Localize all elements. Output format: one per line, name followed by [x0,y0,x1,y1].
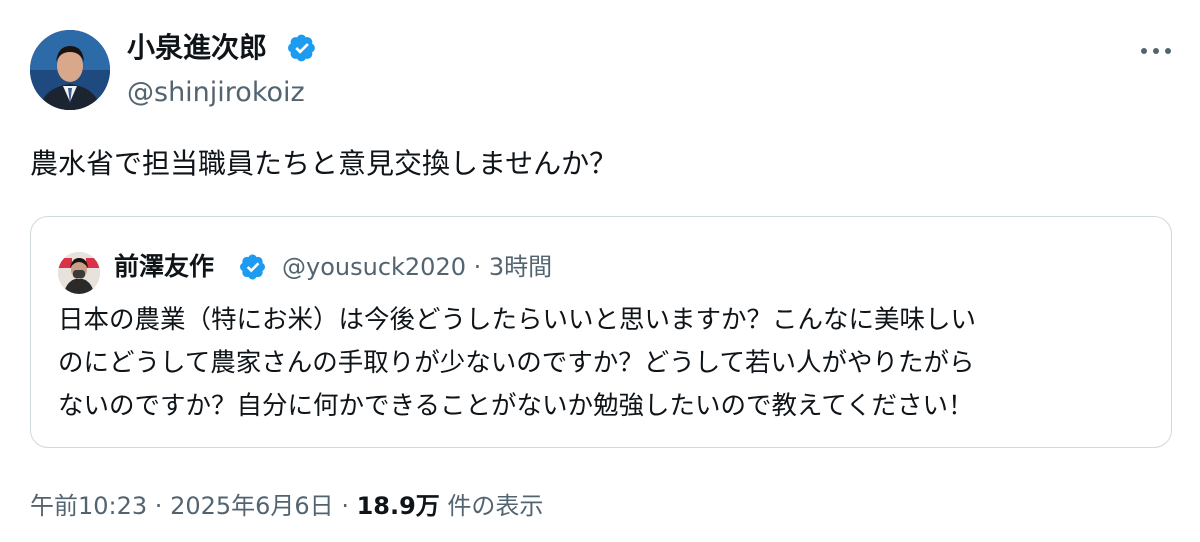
author-avatar[interactable] [30,30,110,110]
author-name[interactable]: 小泉進次郎 [127,28,267,68]
author-handle[interactable]: @shinjirokoiz [127,75,305,111]
quoted-tweet-time[interactable]: 3時間 [489,253,552,281]
quoted-tweet-meta: @yousuck2020 · 3時間 [282,249,552,285]
quoted-tweet-text-line: ないのですか？自分に何かできることがないか勉強したいので教えてください！ [58,391,974,421]
verified-badge-icon [240,254,265,280]
tweet-footer: 午前10:23 · 2025年6月6日 · 18.9万 件の表示 [30,488,543,524]
footer-separator: · [147,492,171,520]
quoted-author-name[interactable]: 前澤友作 [114,249,214,285]
tweet-text: 農水省で担当職員たちと意見交換しませんか？ [30,147,618,180]
verified-badge-icon [288,34,315,62]
quoted-tweet-text: 日本の農業（特にお米）は今後どうしたらいいと思いますか？こんなに美味しい のにど… [58,299,1158,428]
quoted-tweet-text-line: 日本の農業（特にお米）は今後どうしたらいいと思いますか？こんなに美味しい [58,305,977,335]
quoted-author-handle[interactable]: @yousuck2020 [282,253,466,281]
quoted-tweet-card[interactable]: 前澤友作 @yousuck2020 · 3時間 日本の農業（特にお米）は今後どう… [30,216,1172,448]
views-label: 件の表示 [439,492,544,520]
views-count[interactable]: 18.9万 [357,492,440,520]
footer-separator: · [333,492,357,520]
meta-separator: · [465,253,489,281]
quoted-tweet-text-line: のにどうして農家さんの手取りが少ないのですか？どうして若い人がやりたがら [58,348,975,378]
more-options-icon[interactable] [1136,36,1176,66]
tweet-date[interactable]: 2025年6月6日 [170,492,334,520]
tweet-time[interactable]: 午前10:23 [30,492,147,520]
quoted-author-avatar[interactable] [58,252,100,294]
